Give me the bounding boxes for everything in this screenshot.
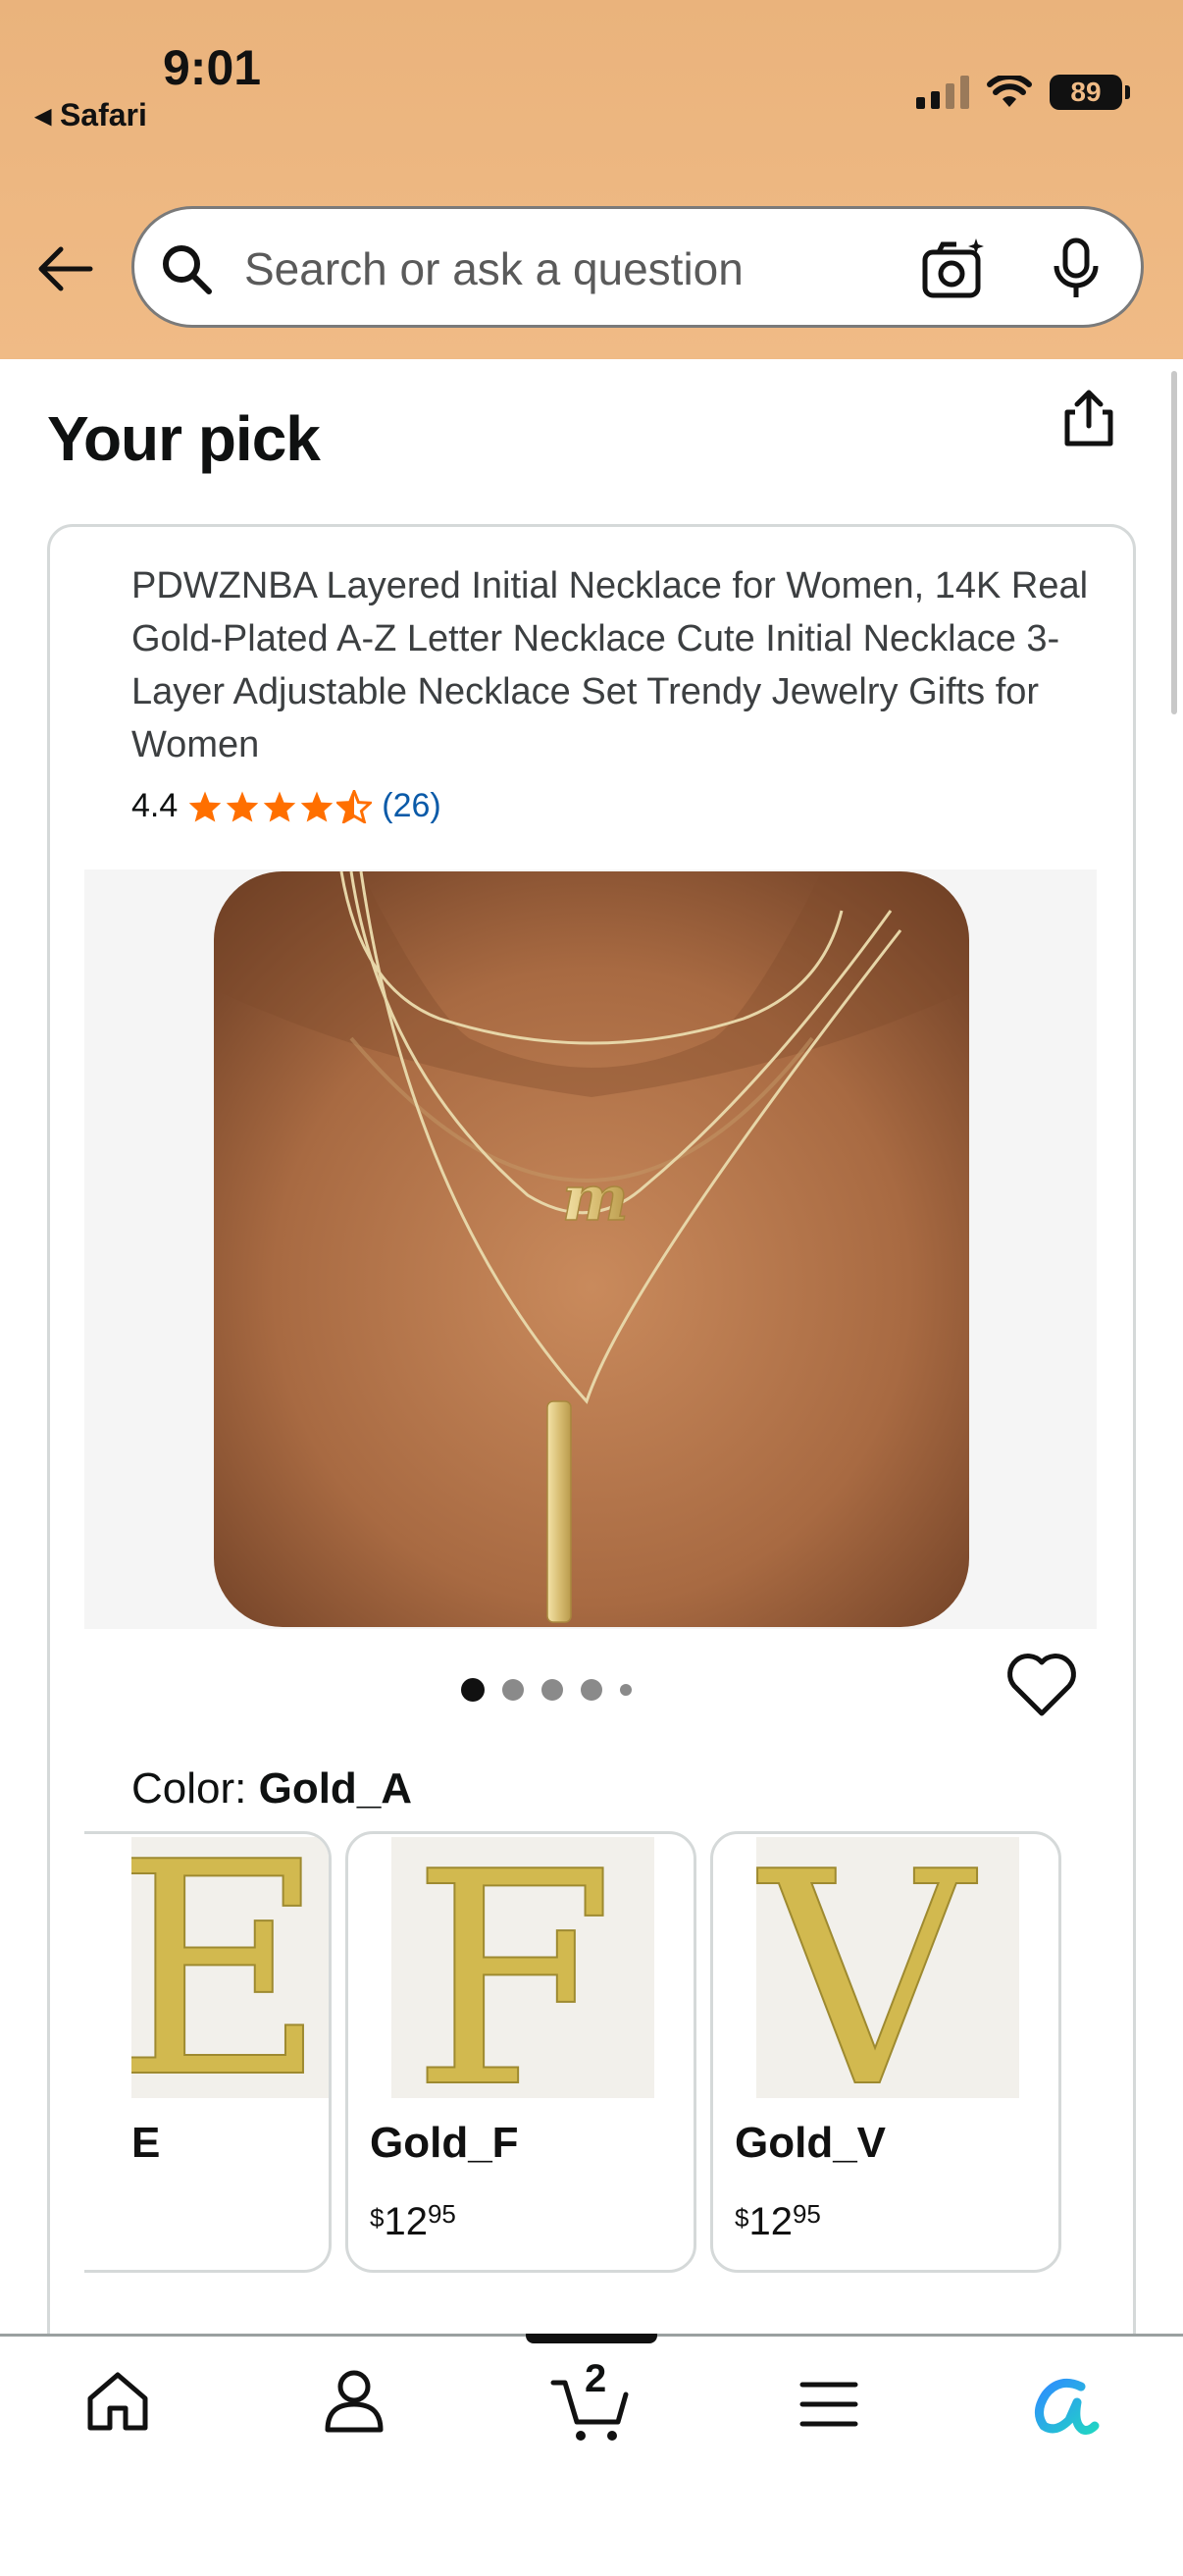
color-option-price: $1295 — [370, 2199, 456, 2243]
page-dot-active — [461, 1678, 485, 1702]
svg-text:E: E — [131, 1837, 327, 2098]
letter-v-image: V — [756, 1837, 1019, 2098]
color-option-gold-f[interactable]: F Gold_F $1295 — [345, 1831, 696, 2273]
svg-text:V: V — [756, 1837, 981, 2098]
menu-icon[interactable] — [797, 2375, 861, 2434]
signal-icon — [916, 76, 969, 109]
heart-icon[interactable] — [1004, 1651, 1079, 1719]
scrollbar[interactable] — [1171, 371, 1177, 714]
color-option-price: $1295 — [735, 2199, 821, 2243]
status-time: 9:01 — [163, 40, 262, 95]
product-image[interactable]: m — [214, 871, 969, 1627]
star-icon — [264, 790, 296, 822]
image-pagination[interactable] — [461, 1678, 632, 1702]
home-icon[interactable] — [82, 2367, 153, 2436]
page-dot — [620, 1684, 632, 1696]
camera-search-icon[interactable] — [919, 235, 988, 303]
status-icons: 89 — [916, 75, 1130, 110]
letter-e-image: E — [131, 1837, 329, 2098]
active-tab-indicator — [526, 2334, 657, 2343]
cart-icon[interactable] — [549, 2373, 632, 2445]
color-option-name: E — [131, 2119, 161, 2167]
back-to-safari[interactable]: ◂ Safari — [35, 96, 147, 133]
search-bar[interactable] — [131, 206, 1144, 328]
star-icon — [189, 790, 222, 822]
selected-color: Gold_A — [258, 1764, 413, 1813]
color-option-name: Gold_F — [370, 2119, 519, 2167]
page-dot — [541, 1679, 563, 1701]
search-icon — [163, 245, 212, 294]
color-option-e[interactable]: E E — [84, 1831, 332, 2273]
microphone-icon[interactable] — [1047, 237, 1106, 301]
battery-icon: 89 — [1050, 75, 1130, 110]
half-star-icon — [336, 789, 373, 823]
back-app-label: Safari — [59, 97, 147, 132]
back-arrow-icon[interactable] — [33, 237, 96, 300]
svg-text:m: m — [562, 1162, 629, 1235]
share-icon[interactable] — [1059, 387, 1118, 449]
wifi-icon — [987, 76, 1032, 107]
svg-text:F: F — [411, 1837, 615, 2098]
color-option-image: V — [756, 1837, 1019, 2098]
color-option-image: F — [391, 1837, 654, 2098]
search-input[interactable] — [242, 237, 933, 301]
color-label: Color: Gold_A — [131, 1764, 412, 1814]
letter-f-image: F — [391, 1837, 654, 2098]
account-icon[interactable] — [320, 2367, 388, 2436]
rufus-icon[interactable] — [1026, 2373, 1101, 2438]
page-dot — [581, 1679, 602, 1701]
review-count[interactable]: (26) — [382, 787, 440, 825]
product-title[interactable]: PDWZNBA Layered Initial Necklace for Wom… — [131, 559, 1103, 771]
page-dot — [502, 1679, 524, 1701]
color-option-name: Gold_V — [735, 2119, 887, 2167]
rating-row[interactable]: 4.4 (26) — [131, 787, 441, 825]
star-icon — [227, 790, 259, 822]
color-option-image: E — [131, 1837, 329, 2098]
section-title: Your pick — [47, 403, 321, 474]
battery-level: 89 — [1070, 77, 1102, 107]
color-label-prefix: Color: — [131, 1764, 247, 1813]
star-rating — [187, 789, 373, 823]
rating-value: 4.4 — [131, 787, 179, 824]
color-option-gold-v[interactable]: V Gold_V $1295 — [710, 1831, 1061, 2273]
star-icon — [301, 790, 334, 822]
